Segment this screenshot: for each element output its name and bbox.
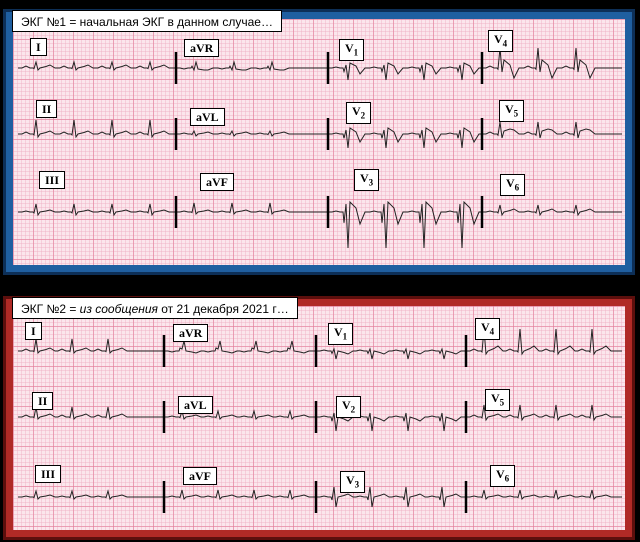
lead-label-V1-2: V1 [328,323,354,346]
trace-II [18,119,176,139]
ecg-panel-2: ЭКГ №2 = из сообщения от 21 декабря 2021… [3,296,635,540]
trace-V6-2 [466,489,622,500]
ecg1-title: ЭКГ №1 = начальная ЭКГ в данном случае… [12,10,282,32]
lead-label-aVL-2: aVL [178,396,213,414]
lead-label-V5-2: V5 [485,389,511,412]
trace-III-2 [18,489,164,500]
lead-label-III-2: III [35,465,62,483]
ecg-traces-1 [18,47,622,249]
lead-label-I: I [30,38,47,56]
lead-label-II: II [36,100,58,118]
trace-V4 [482,47,622,80]
trace-V1-2 [316,347,466,360]
trace-I-2 [18,338,164,355]
trace-aVL [176,129,328,137]
lead-label-II-2: II [32,392,54,410]
trace-III [18,203,176,217]
lead-label-V1: V1 [339,39,365,62]
trace-aVR-2 [164,340,316,354]
trace-V3-2 [316,486,466,508]
lead-label-V6: V6 [500,174,526,197]
lead-label-V5: V5 [499,100,525,123]
trace-aVF-2 [164,489,316,500]
lead-label-V3: V3 [354,169,380,192]
lead-label-V3-2: V3 [340,471,366,494]
trace-aVR [176,60,328,72]
lead-label-I-2: I [25,322,42,340]
lead-label-aVF-2: aVF [183,467,217,485]
lead-label-V2-2: V2 [336,396,362,419]
trace-V2 [328,127,484,149]
lead-label-III: III [39,171,66,189]
trace-V6 [482,204,622,217]
lead-label-aVR-2: aVR [173,324,209,342]
trace-V3 [328,200,484,249]
ecg-traces-2 [18,328,622,513]
lead-label-aVR: aVR [184,39,220,57]
lead-label-V2: V2 [346,102,372,125]
trace-V1 [328,62,484,81]
trace-V5 [482,121,622,139]
ecg2-title: ЭКГ №2 = из сообщения от 21 декабря 2021… [12,297,298,319]
trace-I [18,60,176,71]
lead-label-aVL: aVL [190,108,225,126]
trace-aVF [176,202,328,216]
lead-label-V4: V4 [488,30,514,53]
lead-label-V6-2: V6 [490,465,516,488]
ecg-panel-1: ЭКГ №1 = начальная ЭКГ в данном случае… … [3,9,635,275]
lead-label-V4-2: V4 [475,318,501,341]
lead-label-aVF: aVF [200,173,234,191]
